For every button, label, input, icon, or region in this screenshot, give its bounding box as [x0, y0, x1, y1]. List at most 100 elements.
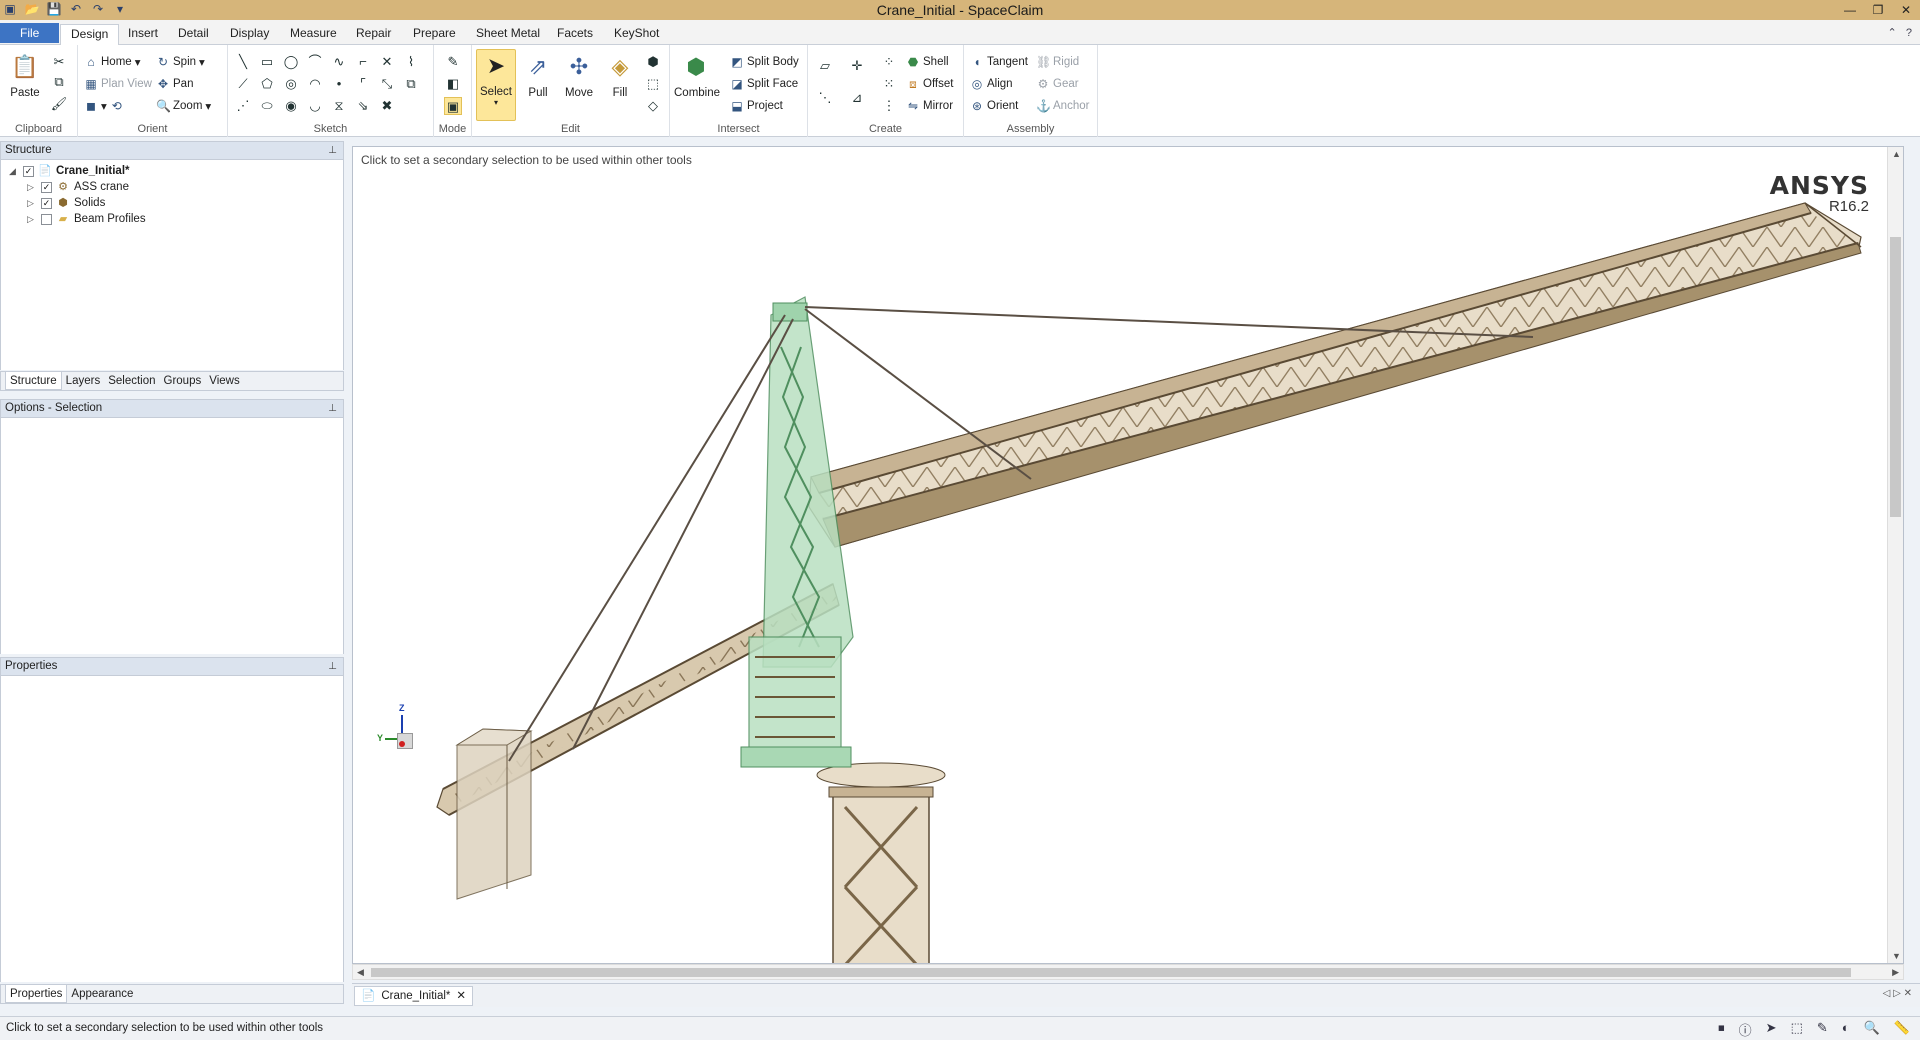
- tab-repair[interactable]: Repair: [346, 24, 401, 45]
- combine-button[interactable]: ⬢ Combine: [674, 51, 720, 99]
- offset-button[interactable]: ⧈ Offset: [906, 75, 953, 93]
- pin-icon[interactable]: ⊥: [328, 658, 337, 675]
- fill-button[interactable]: ◈ Fill: [600, 51, 640, 99]
- cut-icon[interactable]: ✂: [50, 53, 68, 71]
- box-select-icon[interactable]: ⬚: [1791, 1020, 1803, 1039]
- tab-prepare[interactable]: Prepare: [403, 24, 466, 45]
- pin-icon[interactable]: ⊥: [328, 142, 337, 159]
- mirror-button[interactable]: ⇋ Mirror: [906, 97, 953, 115]
- collapse-icon[interactable]: ◢: [9, 163, 19, 179]
- expand-icon[interactable]: ▷: [27, 211, 37, 227]
- shell-button[interactable]: ⬣ Shell: [906, 53, 949, 71]
- tangent-line-icon[interactable]: ⟋: [234, 75, 252, 93]
- document-tab[interactable]: 📄 Crane_Initial* ✕: [354, 986, 474, 1006]
- project-curve-icon[interactable]: ⇘: [354, 97, 372, 115]
- replace-icon[interactable]: ⬚: [644, 75, 662, 93]
- 3d-mode-icon[interactable]: ▣: [444, 97, 462, 115]
- view-cube-button[interactable]: ◼ ▾ ⟲: [84, 97, 124, 115]
- help-icon[interactable]: ?: [1906, 27, 1912, 39]
- tab-display[interactable]: Display: [220, 24, 279, 45]
- tree-item-root[interactable]: ◢ ✓ 📄 Crane_Initial*: [9, 163, 130, 179]
- extend-icon[interactable]: ⤡: [378, 75, 396, 93]
- point-icon[interactable]: •: [330, 75, 348, 93]
- trim-icon[interactable]: ✕: [378, 53, 396, 71]
- visibility-checkbox[interactable]: ✓: [41, 197, 52, 209]
- scroll-down-icon[interactable]: ▼: [1892, 951, 1901, 961]
- measure-icon[interactable]: 📏: [1894, 1020, 1910, 1039]
- expand-icon[interactable]: ▷: [27, 179, 37, 195]
- coordinate-system-icon[interactable]: ⊿: [848, 89, 866, 107]
- tab-properties[interactable]: Properties: [5, 985, 68, 1003]
- align-button[interactable]: ◎ Align: [970, 75, 1013, 93]
- pan-button[interactable]: ✥ Pan: [156, 75, 194, 93]
- viewport-horizontal-scrollbar[interactable]: ◀ ▶: [352, 964, 1904, 980]
- arc-circle-icon[interactable]: ◉: [282, 97, 300, 115]
- split-line-icon[interactable]: ✖: [378, 97, 396, 115]
- circle-icon[interactable]: ◯: [282, 53, 300, 71]
- scroll-right-icon[interactable]: ▶: [1892, 967, 1899, 978]
- tab-appearance[interactable]: Appearance: [67, 985, 137, 1003]
- copy-icon[interactable]: ⧉: [50, 73, 68, 91]
- counterweight[interactable]: [455, 728, 533, 900]
- select-cursor-icon[interactable]: ➤: [1766, 1020, 1777, 1039]
- circular-pattern-icon[interactable]: ⁙: [880, 75, 898, 93]
- paste-button[interactable]: 📋 Paste: [5, 51, 45, 99]
- line-icon[interactable]: ╲: [234, 53, 252, 71]
- visibility-checkbox[interactable]: [41, 213, 52, 225]
- tab-groups[interactable]: Groups: [160, 372, 206, 390]
- tab-insert[interactable]: Insert: [118, 24, 168, 45]
- corner-icon[interactable]: ⌜: [354, 75, 372, 93]
- minimize-ribbon-icon[interactable]: ⌃: [1887, 27, 1896, 39]
- format-painter-icon[interactable]: 🖌: [50, 95, 68, 113]
- fillet-icon[interactable]: ⌐: [354, 53, 372, 71]
- sketch-tool-icon[interactable]: ✎: [1817, 1020, 1828, 1039]
- tab-measure[interactable]: Measure: [280, 24, 347, 45]
- sweep-arc-icon[interactable]: ◠: [306, 75, 324, 93]
- expand-icon[interactable]: ▷: [27, 195, 37, 211]
- close-icon[interactable]: ✕: [1892, 0, 1920, 20]
- close-tab-icon[interactable]: ✕: [456, 987, 466, 1005]
- blend-icon[interactable]: ⬢: [644, 53, 662, 71]
- bend-icon[interactable]: ⌇: [402, 53, 420, 71]
- scroll-left-icon[interactable]: ◀: [357, 967, 364, 978]
- scroll-thumb[interactable]: [371, 968, 1851, 977]
- project-button[interactable]: ⬓ Project: [730, 97, 782, 115]
- split-body-button[interactable]: ◩ Split Body: [730, 53, 798, 71]
- tree-item-solids[interactable]: ▷ ✓ ⬢ Solids: [27, 195, 105, 211]
- tweak-face-icon[interactable]: ◇: [644, 97, 662, 115]
- move-button[interactable]: ✣ Move: [559, 51, 599, 99]
- section-mode-icon[interactable]: ◧: [444, 75, 462, 93]
- tab-views[interactable]: Views: [205, 372, 243, 390]
- split-face-button[interactable]: ◪ Split Face: [730, 75, 798, 93]
- tab-nav-controls[interactable]: ◁ ▷ ✕: [1883, 988, 1912, 999]
- offset-curve-icon[interactable]: ⧉: [402, 75, 420, 93]
- rigid-button[interactable]: ⛓ Rigid: [1036, 53, 1079, 71]
- tab-file[interactable]: File: [0, 23, 60, 43]
- minimize-icon[interactable]: —: [1836, 0, 1864, 20]
- 3d-viewport[interactable]: Click to set a secondary selection to be…: [352, 146, 1904, 964]
- tab-design[interactable]: Design: [60, 24, 120, 45]
- pull-button[interactable]: ⇗ Pull: [518, 51, 558, 99]
- tab-detail[interactable]: Detail: [168, 24, 219, 45]
- orient-button[interactable]: ⊛ Orient: [970, 97, 1018, 115]
- orientation-triad[interactable]: Z Y: [377, 703, 427, 763]
- info-icon[interactable]: ⓘ: [1739, 1020, 1752, 1039]
- view-style-icon[interactable]: ◐: [1842, 1020, 1850, 1039]
- tab-sheet-metal[interactable]: Sheet Metal: [466, 24, 550, 45]
- pattern-icon[interactable]: ⁘: [880, 53, 898, 71]
- tab-facets[interactable]: Facets: [547, 24, 603, 45]
- tab-selection[interactable]: Selection: [104, 372, 159, 390]
- fill-pattern-icon[interactable]: ⋮: [880, 97, 898, 115]
- stop-icon[interactable]: ⏹: [1718, 1020, 1725, 1039]
- zoom-button[interactable]: 🔍 Zoom ▾: [156, 97, 211, 115]
- scroll-up-icon[interactable]: ▲: [1892, 149, 1901, 159]
- pin-icon[interactable]: ⊥: [328, 400, 337, 417]
- visibility-checkbox[interactable]: ✓: [23, 165, 34, 177]
- plane-icon[interactable]: ▱: [816, 57, 834, 75]
- face-curve-icon[interactable]: ⧖: [330, 97, 348, 115]
- crane-model[interactable]: [353, 147, 1889, 964]
- sketch-mode-icon[interactable]: ✎: [444, 53, 462, 71]
- main-jib[interactable]: [808, 202, 1862, 548]
- arc-icon[interactable]: ⌒: [306, 53, 324, 71]
- tree-item-beam-profiles[interactable]: ▷ ▰ Beam Profiles: [27, 211, 146, 227]
